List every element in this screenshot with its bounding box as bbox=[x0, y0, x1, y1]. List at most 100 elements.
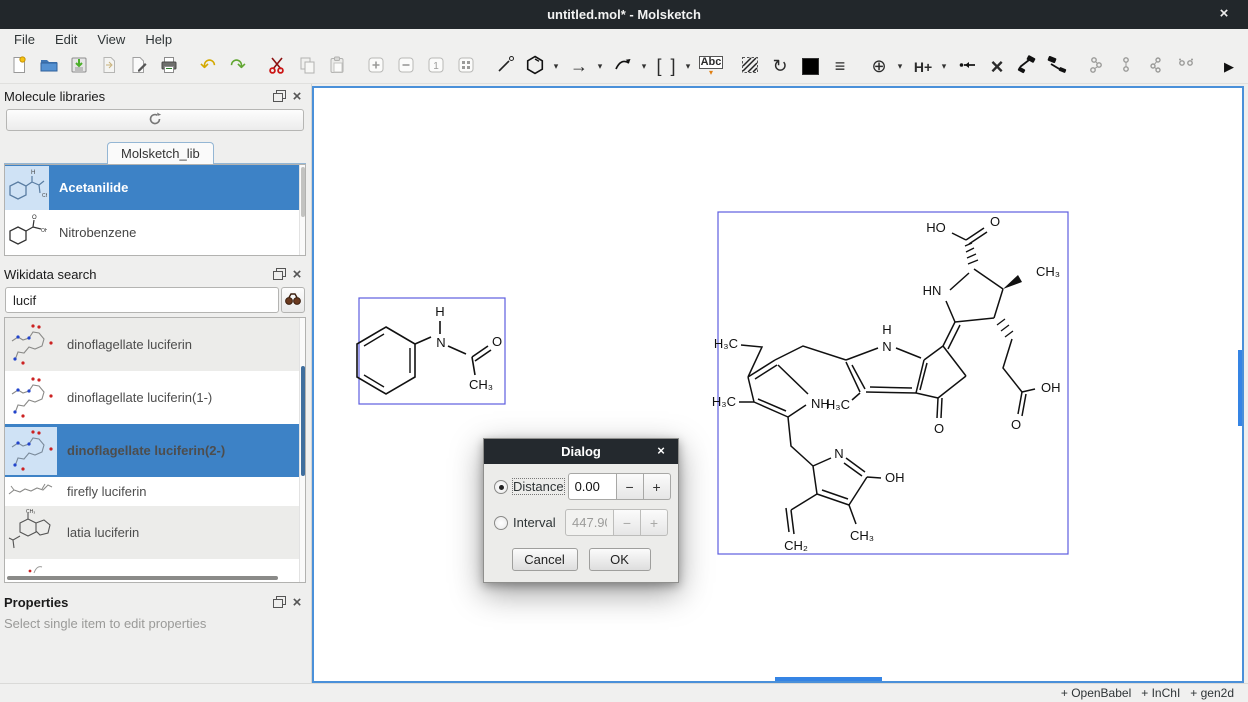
wikidata-item-2[interactable]: dinoflagellate luciferin(2-) bbox=[5, 424, 305, 477]
distance-value-field[interactable] bbox=[568, 473, 617, 500]
interval-increment-button[interactable]: + bbox=[641, 509, 668, 536]
properties-close-button[interactable]: × bbox=[288, 594, 306, 610]
tab-molsketch-lib[interactable]: Molsketch_lib bbox=[107, 142, 214, 164]
bracket-tool[interactable]: [ ] bbox=[654, 54, 680, 80]
print-button[interactable] bbox=[156, 54, 182, 80]
menu-file[interactable]: File bbox=[4, 30, 45, 49]
zoom-fit-button[interactable] bbox=[453, 54, 479, 80]
libraries-close-button[interactable]: × bbox=[288, 88, 306, 104]
hexagon-ring-icon bbox=[524, 54, 546, 80]
distance-increment-button[interactable]: + bbox=[644, 473, 671, 500]
interval-radio[interactable] bbox=[494, 516, 508, 530]
export-button[interactable] bbox=[126, 54, 152, 80]
wikidata-search-input[interactable] bbox=[5, 287, 279, 313]
molsketch-window: untitled.mol* - Molsketch × File Edit Vi… bbox=[0, 0, 1248, 702]
wikidata-item-0[interactable]: dinoflagellate luciferin bbox=[5, 318, 305, 371]
dialog-titlebar[interactable]: Dialog × bbox=[484, 439, 678, 464]
undo-button[interactable]: ↶ bbox=[195, 54, 221, 80]
menu-help[interactable]: Help bbox=[135, 30, 182, 49]
distance-radio[interactable] bbox=[494, 480, 508, 494]
line-width-button[interactable]: ≡ bbox=[827, 54, 853, 80]
wikidata-hscroll-thumb[interactable] bbox=[7, 576, 278, 580]
open-file-button[interactable] bbox=[36, 54, 62, 80]
toolbar-overflow-button[interactable]: ▶ bbox=[1216, 54, 1242, 80]
wikidata-list-scrollbar[interactable] bbox=[299, 318, 305, 582]
cut-button[interactable] bbox=[264, 54, 290, 80]
svg-text:OH: OH bbox=[41, 228, 47, 234]
openbabel-tool-2[interactable] bbox=[1113, 54, 1139, 80]
wikidata-scroll-thumb[interactable] bbox=[301, 366, 305, 476]
implicit-hydrogen-tool[interactable] bbox=[954, 54, 980, 80]
canvas-hscroll-thumb[interactable] bbox=[775, 677, 882, 681]
mechanism-arrow-dropdown[interactable]: ▾ bbox=[638, 54, 650, 80]
charge-tool[interactable]: ⊕ bbox=[866, 54, 892, 80]
charge-tool-dropdown[interactable]: ▾ bbox=[894, 54, 906, 80]
canvas-vscroll-thumb[interactable] bbox=[1238, 350, 1242, 426]
wikidata-item-partial[interactable] bbox=[5, 559, 305, 577]
distance-label[interactable]: Distance bbox=[513, 479, 564, 494]
menu-edit[interactable]: Edit bbox=[45, 30, 87, 49]
save-file-button[interactable] bbox=[66, 54, 92, 80]
optimize-geometry-tool[interactable] bbox=[1044, 54, 1070, 80]
text-tool[interactable]: Abc▾ bbox=[698, 54, 724, 80]
redo-button[interactable]: ↷ bbox=[225, 54, 251, 80]
interval-label[interactable]: Interval bbox=[513, 515, 561, 530]
zoom-out-button[interactable] bbox=[393, 54, 419, 80]
properties-float-icon[interactable] bbox=[270, 594, 288, 610]
menu-view[interactable]: View bbox=[87, 30, 135, 49]
bracket-tool-dropdown[interactable]: ▾ bbox=[682, 54, 694, 80]
paste-button[interactable] bbox=[324, 54, 350, 80]
status-inchi[interactable]: + InChI bbox=[1141, 686, 1180, 700]
openbabel-tool-3[interactable] bbox=[1143, 54, 1169, 80]
status-gen2d[interactable]: + gen2d bbox=[1190, 686, 1234, 700]
main-toolbar: ↶ ↷ 1 ▾ → ▾ ▾ [ ] ▾ Abc▾ ↻ ≡ ⊕ ▾ H+ ▾ × bbox=[0, 50, 1248, 84]
wikidata-hscrollbar[interactable] bbox=[7, 576, 295, 580]
libraries-panel-header: Molecule libraries × bbox=[4, 86, 306, 106]
hatch-fill-tool[interactable] bbox=[737, 54, 763, 80]
wikidata-close-button[interactable]: × bbox=[288, 266, 306, 282]
interval-value-field[interactable] bbox=[565, 509, 614, 536]
wikidata-panel-title: Wikidata search bbox=[4, 267, 270, 282]
new-file-button[interactable] bbox=[6, 54, 32, 80]
library-list-scrollbar[interactable] bbox=[299, 165, 305, 255]
libraries-float-icon[interactable] bbox=[270, 88, 288, 104]
hydrogen-tool-dropdown[interactable]: ▾ bbox=[938, 54, 950, 80]
window-close-button[interactable]: × bbox=[1214, 4, 1234, 24]
openbabel-tool-1[interactable] bbox=[1083, 54, 1109, 80]
ring-tool[interactable] bbox=[522, 54, 548, 80]
minimize-energy-tool[interactable] bbox=[1014, 54, 1040, 80]
wikidata-item-4[interactable]: CH₃ latia luciferin bbox=[5, 506, 305, 559]
arrow-tool[interactable]: → bbox=[566, 54, 592, 80]
library-scroll-thumb[interactable] bbox=[301, 167, 305, 217]
zoom-in-button[interactable] bbox=[363, 54, 389, 80]
ring-tool-dropdown[interactable]: ▾ bbox=[550, 54, 562, 80]
zoom-original-button[interactable]: 1 bbox=[423, 54, 449, 80]
wikidata-search-button[interactable] bbox=[281, 287, 305, 313]
bond-angle-icon bbox=[494, 54, 516, 80]
wikidata-float-icon[interactable] bbox=[270, 266, 288, 282]
rotate-tool[interactable]: ↻ bbox=[767, 54, 793, 80]
arrow-tool-dropdown[interactable]: ▾ bbox=[594, 54, 606, 80]
drawing-canvas[interactable]: H N O CH₃ bbox=[312, 86, 1244, 683]
wikidata-item-1[interactable]: dinoflagellate luciferin(1-) bbox=[5, 371, 305, 424]
copy-button[interactable] bbox=[294, 54, 320, 80]
library-item-acetanilide[interactable]: HCH₃ Acetanilide bbox=[5, 165, 305, 210]
save-as-button[interactable] bbox=[96, 54, 122, 80]
distance-decrement-button[interactable]: − bbox=[617, 473, 644, 500]
draw-bond-tool[interactable] bbox=[492, 54, 518, 80]
openbabel-tool-4[interactable] bbox=[1173, 54, 1199, 80]
mechanism-arrow-tool[interactable] bbox=[610, 54, 636, 80]
molecule-acetanilide[interactable]: H N O CH₃ bbox=[357, 298, 505, 404]
wikidata-item-3[interactable]: firefly luciferin bbox=[5, 477, 305, 506]
library-item-nitrobenzene[interactable]: OOH Nitrobenzene bbox=[5, 210, 305, 255]
interval-decrement-button[interactable]: − bbox=[614, 509, 641, 536]
ok-button[interactable]: OK bbox=[589, 548, 651, 571]
cancel-button[interactable]: Cancel bbox=[512, 548, 578, 571]
dialog-close-button[interactable]: × bbox=[652, 442, 670, 460]
color-swatch-button[interactable] bbox=[797, 54, 823, 80]
molecule-luciferin[interactable]: HO O CH₃ HN OH O H N H₃C O H₃C H₃C NH N … bbox=[712, 212, 1068, 554]
hydrogen-tool[interactable]: H+ bbox=[910, 54, 936, 80]
delete-tool[interactable]: × bbox=[984, 54, 1010, 80]
library-refresh-button[interactable] bbox=[6, 109, 304, 131]
status-openbabel[interactable]: + OpenBabel bbox=[1061, 686, 1131, 700]
